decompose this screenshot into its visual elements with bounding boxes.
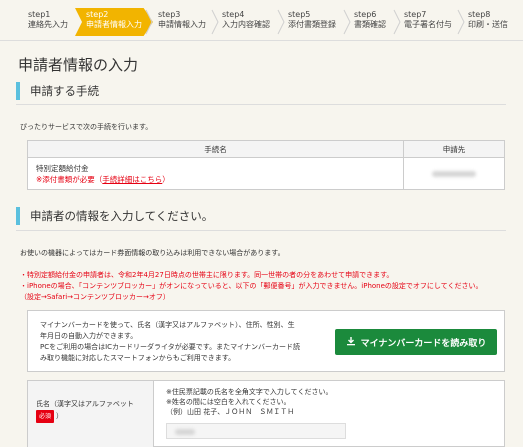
table-header-row: 手続名 申請先: [28, 141, 504, 158]
help-line: ※姓名の間には空白を入れてください。: [166, 398, 291, 406]
step-label: 申請情報入力: [158, 20, 206, 29]
section-heading-procedure: 申請する手続: [16, 82, 506, 100]
chevron-right-icon: [392, 8, 402, 36]
card-desc-line: 年月日の自動入力ができます。: [40, 332, 138, 340]
section-divider: [16, 104, 506, 105]
procedure-table: 手続名 申請先 特別定額給付金 ※添付書類が必要（手続詳細はこちら）: [27, 140, 505, 190]
step-4: step4 入力内容確認: [222, 10, 270, 36]
procedure-name-cell: 特別定額給付金 ※添付書類が必要（手続詳細はこちら）: [28, 158, 404, 189]
card-desc-line: マイナンバーカードを使って、氏名（漢字又はアルファベット）、住所、性別、生: [40, 321, 295, 329]
chevron-right-icon: [144, 8, 154, 36]
header-divider: [0, 40, 523, 41]
step-label: 電子署名付与: [404, 20, 452, 29]
step-label: 添付書類登録: [288, 20, 336, 29]
name-form-row: 氏名（漢字又はアルファベット 必須） ※住民票記載の氏名を全角文字で入力してくだ…: [27, 380, 505, 447]
table-row: 特別定額給付金 ※添付書類が必要（手続詳細はこちら）: [28, 158, 504, 189]
step-label: 入力内容確認: [222, 20, 270, 29]
name-label-close: ）: [56, 412, 64, 420]
step-3: step3 申請情報入力: [158, 10, 206, 36]
help-line: ※住民票記載の氏名を全角文字で入力してください。: [166, 388, 333, 396]
mynumber-card-description: マイナンバーカードを使って、氏名（漢字又はアルファベット）、住所、性別、生 年月…: [40, 320, 340, 364]
step-label: 申請者情報入力: [86, 20, 142, 29]
mynumber-card-panel: マイナンバーカードを使って、氏名（漢字又はアルファベット）、住所、性別、生 年月…: [27, 310, 505, 372]
chevron-right-icon: [276, 8, 286, 36]
name-input[interactable]: [166, 423, 346, 439]
step-label: 連絡先入力: [28, 20, 68, 29]
name-field-label: 氏名（漢字又はアルファベット 必須）: [28, 381, 154, 447]
section-heading-applicant-info: 申請者の情報を入力してください。: [16, 207, 506, 225]
step-1: step1 連絡先入力: [28, 10, 68, 36]
warning-household-head: ・特別定額給付金の申請者は、令和2年4月27日時点の世帯主に限ります。同一世帯の…: [20, 271, 394, 279]
step-8: step8 印刷・送信: [468, 10, 508, 36]
step-number: step3: [158, 10, 181, 19]
warning-iphone-blocker: ・iPhoneの場合、「コンテンツブロッカー」がオンになっていると、以下の「郵便…: [20, 282, 483, 290]
step-label: 印刷・送信: [468, 20, 508, 29]
card-desc-line: PCをご利用の場合はICカードリーダライタが必要です。またマイナンバーカード読: [40, 343, 300, 351]
warning-iphone-settings: （設定→Safari→コンテンツブロッカー→オフ）: [20, 293, 170, 301]
step-2: step2 申請者情報入力: [86, 10, 142, 36]
step-number: step8: [468, 10, 491, 19]
name-label-text: 氏名（漢字又はアルファベット: [36, 400, 134, 408]
procedure-name: 特別定額給付金: [36, 164, 89, 173]
step-label: 書類確認: [354, 20, 386, 29]
column-header-destination: 申請先: [442, 144, 466, 154]
step-number: step5: [288, 10, 311, 19]
attachment-note: ※添付書類が必要（手続詳細はこちら）: [36, 174, 395, 185]
step-number: step2: [86, 10, 109, 19]
procedure-intro-text: ぴったりサービスで次の手続を行います。: [20, 123, 153, 131]
procedure-details-link[interactable]: 手続詳細はこちら: [102, 175, 162, 184]
step-number: step7: [404, 10, 427, 19]
step-progress-bar: step1 連絡先入力 step2 申請者情報入力 step3 申請情報入力 s…: [0, 0, 523, 40]
step-number: step4: [222, 10, 245, 19]
step-5: step5 添付書類登録: [288, 10, 336, 36]
step-number: step1: [28, 10, 51, 19]
chevron-right-icon: [456, 8, 466, 36]
step-7: step7 電子署名付与: [404, 10, 452, 36]
attachment-note-close: ）: [162, 175, 170, 184]
column-header-procedure-name: 手続名: [28, 141, 404, 157]
chevron-right-icon: [210, 8, 220, 36]
help-line: （例）山田 花子、ＪＯＨＮ ＳＭＩＴＨ: [166, 408, 295, 416]
card-desc-line: み取り機能に対応したスマートフォンからもご利用できます。: [40, 354, 236, 362]
read-card-button-label: マイナンバーカードを読み取り: [360, 338, 487, 349]
step-number: step6: [354, 10, 377, 19]
redacted-destination: [432, 170, 476, 177]
redacted-name-value: [175, 429, 195, 435]
download-icon: [346, 336, 356, 349]
attachment-note-text: ※添付書類が必要（: [36, 175, 103, 184]
destination-cell: [404, 158, 504, 189]
chevron-right-icon: [342, 8, 352, 36]
card-availability-note: お使いの機器によってはカード券面情報の取り込みは利用できない場合があります。: [20, 249, 285, 257]
required-badge: 必須: [36, 410, 55, 423]
step-6: step6 書類確認: [354, 10, 386, 36]
page-title: 申請者情報の入力: [18, 56, 139, 74]
read-mynumber-card-button[interactable]: マイナンバーカードを読み取り: [335, 329, 497, 355]
name-field-help: ※住民票記載の氏名を全角文字で入力してください。 ※姓名の間には空白を入れてくだ…: [166, 387, 332, 417]
section-divider: [16, 230, 506, 231]
